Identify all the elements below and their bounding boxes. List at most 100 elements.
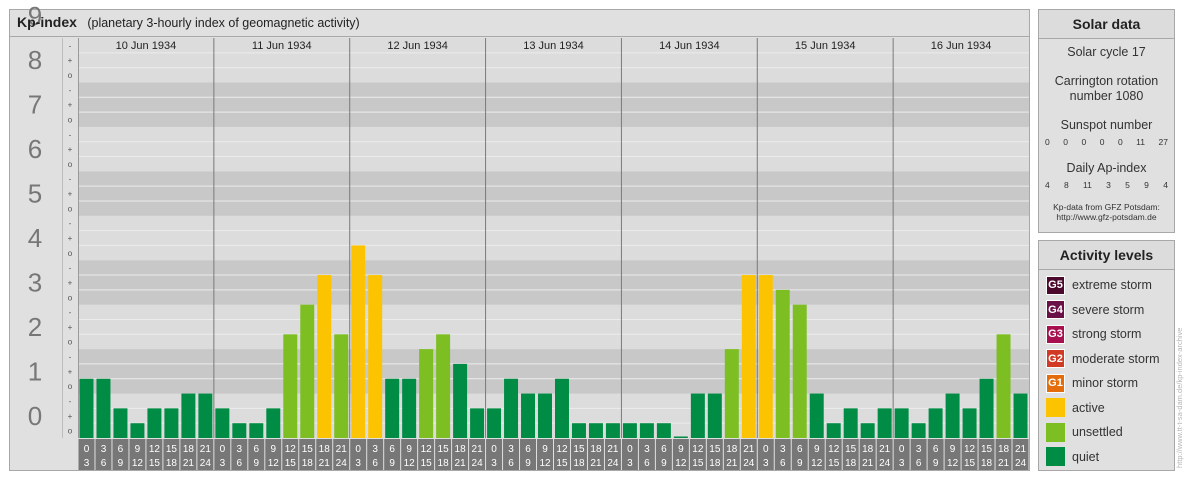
sunspot-value: 0 [1081,137,1087,147]
kp-bar [1013,393,1028,438]
minor-axis-mark: - [69,86,72,95]
interval-end-label: 12 [675,458,687,469]
interval-end-label: 21 [183,458,195,469]
interval-start-label: 6 [933,444,939,455]
interval-start-label: 0 [220,444,226,455]
kp-bar [555,378,569,438]
ap-index-value: 4 [1163,180,1168,190]
interval-start-label: 12 [964,444,976,455]
interval-end-label: 21 [319,458,331,469]
minor-axis-mark: - [69,219,72,228]
kp-bar [724,349,739,438]
interval-end-label: 24 [336,458,348,469]
interval-end-label: 15 [828,458,840,469]
legend-item: unsettled [1046,422,1123,442]
kp-bar [843,408,858,438]
ap-index-heading: Daily Ap-index [1066,161,1147,175]
kp-bar [436,334,451,438]
ap-index-value: 8 [1064,180,1069,190]
kp-bar [979,378,994,438]
interval-start-label: 21 [200,444,212,455]
interval-start-label: 15 [438,444,450,455]
carrington-rotation-line2: number 1080 [1069,89,1144,103]
interval-end-label: 18 [981,458,993,469]
interval-start-label: 3 [237,444,243,455]
legend-label: extreme storm [1072,278,1152,292]
interval-end-label: 3 [627,458,633,469]
minor-axis-mark: - [69,41,72,50]
interval-end-label: 3 [491,458,497,469]
interval-start-label: 12 [556,444,568,455]
interval-start-label: 3 [780,444,786,455]
sunspot-heading: Sunspot number [1060,118,1153,132]
minor-axis-mark: + [68,145,73,154]
interval-start-label: 3 [644,444,650,455]
interval-start-label: 15 [845,444,857,455]
legend-label: unsettled [1072,425,1123,439]
kp-bar [113,408,128,438]
interval-start-label: 18 [726,444,738,455]
interval-start-label: 6 [797,444,803,455]
kp-bar [164,408,179,438]
legend-swatch: G4 [1046,300,1065,319]
legend-swatch: G3 [1046,324,1065,344]
legend-item: G2 moderate storm [1046,349,1160,369]
kp-band [78,260,1029,305]
kp-bar [300,304,315,438]
interval-end-label: 24 [1015,458,1027,469]
kp-bar [962,408,977,438]
y-tick-label: 6 [28,134,42,164]
minor-axis-mark: o [68,71,73,80]
day-label: 12 Jun 1934 [387,40,448,52]
kp-bar [605,423,620,438]
kp-band [78,82,1029,127]
kp-bar [741,275,756,438]
kp-bar [911,423,926,438]
minor-axis-mark: o [68,427,73,436]
interval-end-label: 6 [916,458,922,469]
legend-item: active [1046,398,1105,418]
kp-bar [385,378,400,438]
kp-bar [996,334,1011,438]
interval-end-label: 6 [508,458,514,469]
interval-start-label: 0 [355,444,361,455]
kp-chart: 10 Jun 1934 11 Jun 1934 12 Jun 1934 13 Jun … [9,1,1030,470]
interval-end-label: 6 [101,458,107,469]
sunspot-values: 0 0 0 0 0 11 27 [1039,137,1174,147]
interval-end-label: 9 [797,458,803,469]
interval-end-label: 18 [709,458,721,469]
day-label: 13 Jun 1934 [523,40,584,52]
legend-swatch [1046,422,1065,442]
minor-axis-mark: o [68,249,73,258]
y-tick-label: 8 [28,45,42,75]
interval-start-label: 6 [254,444,260,455]
kp-bar [504,378,519,438]
source-note-line1: Kp-data from GFZ Potsdam: [1053,202,1160,212]
kp-bar [775,289,790,438]
legend-item: quiet [1046,447,1099,467]
interval-end-label: 18 [573,458,585,469]
interval-end-label: 3 [355,458,361,469]
minor-axis-mark: - [69,308,72,317]
interval-start-label: 12 [828,444,840,455]
minor-axis-mark: o [68,160,73,169]
kp-bar [181,393,196,438]
interval-start-label: 0 [763,444,769,455]
interval-end-label: 18 [302,458,314,469]
ap-index-value: 3 [1106,180,1111,190]
interval-end-label: 15 [421,458,433,469]
day-label: 15 Jun 1934 [795,40,856,52]
chart-subtitle: (planetary 3-hourly index of geomagnetic… [87,16,360,30]
day-label: 14 Jun 1934 [659,40,720,52]
source-note-link[interactable]: http://www.gfz-potsdam.de [1039,212,1174,222]
interval-start-label: 12 [285,444,297,455]
chart-title: Kp-index [17,14,77,30]
interval-end-label: 15 [149,458,161,469]
activity-levels-heading: Activity levels [1039,241,1174,270]
interval-end-label: 6 [780,458,786,469]
interval-start-label: 18 [319,444,331,455]
y-tick-label: 7 [28,90,42,120]
ap-index-value: 11 [1083,180,1092,190]
interval-start-label: 9 [135,444,141,455]
y-tick-label: 2 [28,312,42,342]
